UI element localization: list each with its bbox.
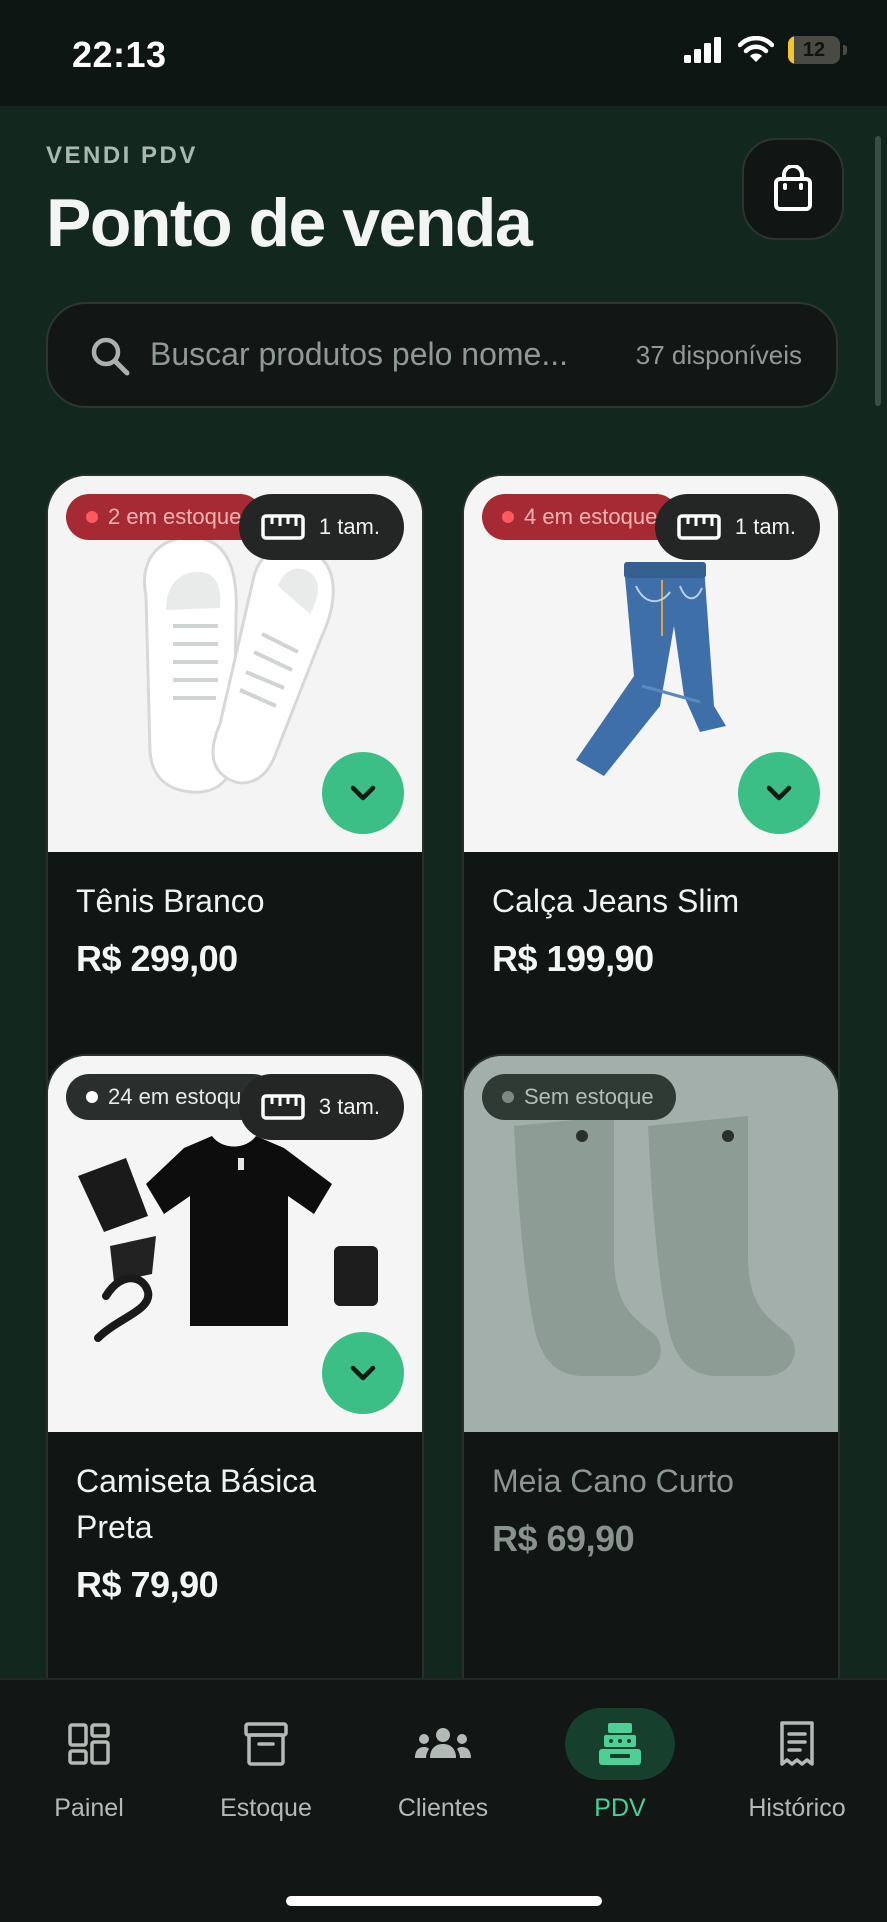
tab-label: Clientes [397, 1794, 489, 1822]
app-eyebrow: VENDI PDV [46, 142, 198, 169]
stock-label: 4 em estoque [524, 504, 658, 529]
tab-label: Painel [54, 1794, 124, 1822]
size-count: 1 tam. [318, 514, 380, 539]
expand-button[interactable] [322, 1332, 404, 1414]
size-badge[interactable]: 1 tam. [654, 494, 820, 560]
product-price: R$ 69,90 [492, 1518, 635, 1559]
tab-label: PDV [594, 1794, 646, 1822]
product-price: R$ 199,90 [492, 938, 654, 979]
product-name: Tênis Branco [76, 883, 265, 919]
size-badge[interactable]: 3 tam. [238, 1074, 404, 1140]
stock-dot [86, 511, 98, 523]
shopping-bag-icon [774, 165, 812, 211]
chevron-down-icon [766, 785, 792, 801]
product-card[interactable]: Sem estoque Meia Cano Curto R$ 69,90 [462, 1054, 840, 1678]
product-price: R$ 79,90 [76, 1564, 219, 1605]
status-time: 22:13 [72, 34, 167, 75]
product-image: 2 em estoque 1 tam. [48, 476, 422, 852]
search-icon [91, 337, 130, 376]
group-icon [415, 1728, 471, 1758]
stock-label: Sem estoque [524, 1084, 654, 1109]
main-content[interactable]: VENDI PDV Ponto de venda Buscar produtos… [0, 106, 887, 1678]
product-card[interactable]: 24 em estoque 3 tam. Camiseta Básica Pre… [46, 1054, 424, 1678]
tab-icon-wrap [717, 1708, 877, 1780]
product-name: Meia Cano Curto [492, 1463, 734, 1499]
stock-label: 24 em estoque [108, 1084, 254, 1109]
search-bar[interactable]: Buscar produtos pelo nome... 37 disponív… [46, 302, 838, 408]
tab-historico[interactable]: Histórico [717, 1708, 877, 1823]
tab-icon-wrap [565, 1708, 675, 1780]
tab-estoque[interactable]: Estoque [186, 1708, 346, 1823]
product-info: Meia Cano Curto R$ 69,90 [464, 1432, 838, 1560]
tab-icon-wrap [9, 1708, 169, 1780]
ruler-icon [261, 514, 305, 540]
ruler-icon [261, 1094, 305, 1120]
stock-badge: 4 em estoque [482, 494, 680, 540]
status-bar: 22:13 12 [0, 0, 887, 106]
product-image: 24 em estoque 3 tam. [48, 1056, 422, 1432]
chevron-down-icon [350, 1365, 376, 1381]
product-name: Camiseta Básica Preta [76, 1463, 317, 1545]
product-info: Camiseta Básica Preta R$ 79,90 [48, 1432, 422, 1606]
status-icons: 12 [684, 36, 847, 64]
tab-painel[interactable]: Painel [9, 1708, 169, 1823]
product-price: R$ 299,00 [76, 938, 238, 979]
battery-level: 12 [802, 38, 826, 61]
product-card[interactable]: 4 em estoque 1 tam. Calça Jeans Slim R$ … [462, 474, 840, 1124]
home-indicator[interactable] [286, 1896, 602, 1906]
chevron-down-icon [350, 785, 376, 801]
product-image: Sem estoque [464, 1056, 838, 1432]
stock-badge: Sem estoque [482, 1074, 676, 1120]
wifi-icon [738, 36, 774, 62]
bottom-tab-bar: Painel Estoque Clientes PDV Histórico [0, 1678, 887, 1922]
battery-fill [788, 36, 795, 64]
tab-icon-wrap [363, 1708, 523, 1780]
size-count: 3 tam. [318, 1094, 380, 1119]
product-info: Tênis Branco R$ 299,00 [48, 852, 422, 980]
tab-pdv[interactable]: PDV [540, 1708, 700, 1823]
product-info: Calça Jeans Slim R$ 199,90 [464, 852, 838, 980]
size-count: 1 tam. [734, 514, 796, 539]
receipt-icon [780, 1721, 814, 1766]
search-input[interactable]: Buscar produtos pelo nome... [150, 336, 568, 373]
scroll-indicator [875, 136, 881, 406]
cart-button[interactable] [742, 138, 844, 240]
stock-dot [86, 1091, 98, 1103]
size-badge[interactable]: 1 tam. [238, 494, 404, 560]
page-title: Ponto de venda [46, 185, 533, 261]
dashboard-icon [68, 1723, 110, 1765]
signal-icon [684, 37, 721, 63]
stock-label: 2 em estoque [108, 504, 242, 529]
product-image: 4 em estoque 1 tam. [464, 476, 838, 852]
ruler-icon [677, 514, 721, 540]
battery-indicator: 12 [788, 36, 840, 64]
tab-label: Histórico [748, 1794, 846, 1822]
tab-label: Estoque [220, 1794, 312, 1822]
battery-tip [843, 45, 847, 55]
stock-dot [502, 511, 514, 523]
archive-box-icon [244, 1722, 288, 1766]
product-name: Calça Jeans Slim [492, 883, 740, 919]
expand-button[interactable] [738, 752, 820, 834]
stock-dot [502, 1091, 514, 1103]
tab-icon-wrap [186, 1708, 346, 1780]
stock-badge: 2 em estoque [66, 494, 264, 540]
available-count: 37 disponíveis [635, 340, 802, 370]
product-card[interactable]: 2 em estoque 1 tam. Tênis Branco R$ 299,… [46, 474, 424, 1124]
cash-register-icon [599, 1723, 641, 1765]
expand-button[interactable] [322, 752, 404, 834]
tab-clientes[interactable]: Clientes [363, 1708, 523, 1823]
